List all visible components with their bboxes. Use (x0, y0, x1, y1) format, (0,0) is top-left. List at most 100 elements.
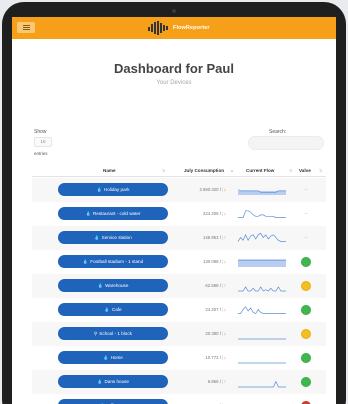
drop-icon: 💧 (97, 282, 104, 288)
consumption-amount: 10.772 l (205, 355, 221, 360)
table-row: 💧 Home 10.772 l|↓ (32, 346, 326, 370)
drop-icon: 💧 (97, 378, 103, 384)
trend-down-icon: ↓ (223, 211, 226, 216)
tap-icon: ⚲ (94, 330, 98, 336)
drop-icon: 💧 (94, 234, 100, 240)
device-button[interactable]: 💧Office tap (58, 399, 168, 404)
app-screen: FlowReporter Dashboard for Paul Your Dev… (12, 17, 336, 404)
valve-cell (300, 256, 312, 268)
device-button[interactable]: 💧 Football stadium - 1 stand (58, 255, 168, 268)
column-header-valve[interactable]: Valve (299, 168, 311, 173)
consumption-value: 224.205 l|↓ (170, 211, 226, 216)
device-name: Restaurant - cold water (92, 211, 141, 216)
page-subtitle: Your Devices (156, 80, 192, 86)
device-name: Dans house (104, 379, 129, 384)
valve-cell (300, 280, 312, 292)
consumption-value: 130.098 l|↓ (170, 259, 226, 264)
consumption-amount: 20.390 l (205, 331, 221, 336)
flow-sparkline (237, 189, 286, 195)
device-name: Service station (101, 235, 132, 240)
table-row: 💧 Service station 148.953 l|↑ – (32, 226, 326, 250)
table-row: 💧 Football stadium - 1 stand 130.098 l|↓ (32, 250, 326, 274)
column-header-flow[interactable]: Current Flow (246, 168, 274, 173)
page-size-select[interactable]: 10 (34, 137, 52, 147)
consumption-value: 148.953 l|↑ (170, 235, 226, 240)
valve-status-indicator[interactable] (301, 377, 311, 387)
separator: | (221, 355, 223, 360)
valve-empty: – (304, 235, 308, 241)
flow-sparkline (238, 380, 286, 388)
brand-name: FlowReporter (173, 25, 210, 31)
valve-empty: – (304, 211, 308, 217)
device-button[interactable]: 💧 Restaurant - cold water (58, 207, 168, 220)
consumption-value: 10.772 l|↓ (170, 355, 226, 360)
column-header-consumption[interactable]: July Consumption (184, 168, 224, 173)
consumption-amount: 130.098 l (203, 259, 221, 264)
table-header: Name ⇅ July Consumption ▲ Current Flow ⇅… (32, 165, 326, 177)
flow-sparkline (238, 210, 286, 218)
separator: | (221, 235, 223, 240)
device-name: Home (110, 355, 123, 360)
consumption-amount: 62.598 l (205, 283, 221, 288)
device-button[interactable]: ⚲ School - 1 block (58, 327, 168, 340)
column-header-name[interactable]: Name (103, 168, 116, 173)
table-row: 💧 Dans house 6.856 l|↑ (32, 370, 326, 394)
valve-status-indicator[interactable] (301, 353, 311, 363)
trend-up-icon: ↑ (223, 379, 226, 384)
separator: | (221, 379, 223, 384)
valve-status-indicator[interactable] (301, 329, 311, 339)
page-title: Dashboard for Paul (114, 61, 234, 76)
flow-sparkline (238, 286, 286, 292)
trend-down-icon: ↓ (223, 307, 226, 312)
device-button[interactable]: 💧 Cafe (58, 303, 168, 316)
valve-cell (300, 376, 312, 388)
flow-sparkline (238, 362, 286, 364)
trend-down-icon: ↓ (223, 259, 226, 264)
table-row: 💧 Restaurant - cold water 224.205 l|↓ – (32, 202, 326, 226)
flow-band (238, 259, 286, 267)
tablet-frame: FlowReporter Dashboard for Paul Your Dev… (2, 2, 346, 404)
table-row: 💧 Cafe 24.207 l|↓ (32, 298, 326, 322)
flow-line (238, 380, 286, 388)
separator: | (221, 211, 223, 216)
valve-cell (300, 352, 312, 364)
table-row: 💧 Holiday park 2.690.320 l|↓ – (32, 178, 326, 202)
flow-band (238, 190, 286, 195)
device-name: School - 1 block (99, 331, 132, 336)
search-input[interactable] (248, 136, 324, 150)
device-name: Football stadium - 1 stand (90, 259, 144, 264)
flow-line (238, 210, 286, 218)
flow-sparkline (237, 232, 286, 242)
brand-logo[interactable]: FlowReporter (148, 20, 210, 36)
valve-cell (300, 400, 312, 404)
top-bar: FlowReporter (12, 17, 336, 39)
sort-icon[interactable]: ⇅ (162, 168, 165, 173)
trend-down-icon: ↓ (223, 187, 226, 192)
separator: | (221, 307, 223, 312)
menu-button[interactable] (17, 22, 35, 33)
sort-desc-icon[interactable]: ▲ (230, 168, 234, 173)
valve-status-indicator[interactable] (301, 281, 311, 291)
consumption-value: 62.598 l|↑ (170, 283, 226, 288)
sort-icon[interactable]: ⇅ (289, 168, 292, 173)
device-button[interactable]: 💧 Dans house (58, 375, 168, 388)
device-button[interactable]: 💧 Holiday park (58, 183, 168, 196)
flow-line (237, 232, 286, 242)
valve-status-indicator[interactable] (301, 305, 311, 315)
device-button[interactable]: 💧 Service station (58, 231, 168, 244)
device-button[interactable]: 💧 Warehouse (58, 279, 168, 292)
device-name: Holiday park (103, 187, 130, 192)
sort-icon[interactable]: ⇅ (319, 168, 322, 173)
valve-cell: – (300, 208, 312, 220)
drop-icon: 💧 (82, 258, 89, 264)
valve-cell: – (300, 232, 312, 244)
valve-status-indicator[interactable] (301, 257, 311, 267)
flow-bars-icon (148, 21, 168, 35)
device-button[interactable]: 💧 Home (58, 351, 168, 364)
device-name: Warehouse (105, 283, 129, 288)
flow-sparkline (238, 306, 286, 315)
drop-icon: 💧 (103, 354, 109, 360)
table-row: 💧Office tap928 l|↑ (32, 394, 326, 404)
entries-label: entries (34, 151, 48, 156)
flow-sparkline (237, 398, 287, 404)
